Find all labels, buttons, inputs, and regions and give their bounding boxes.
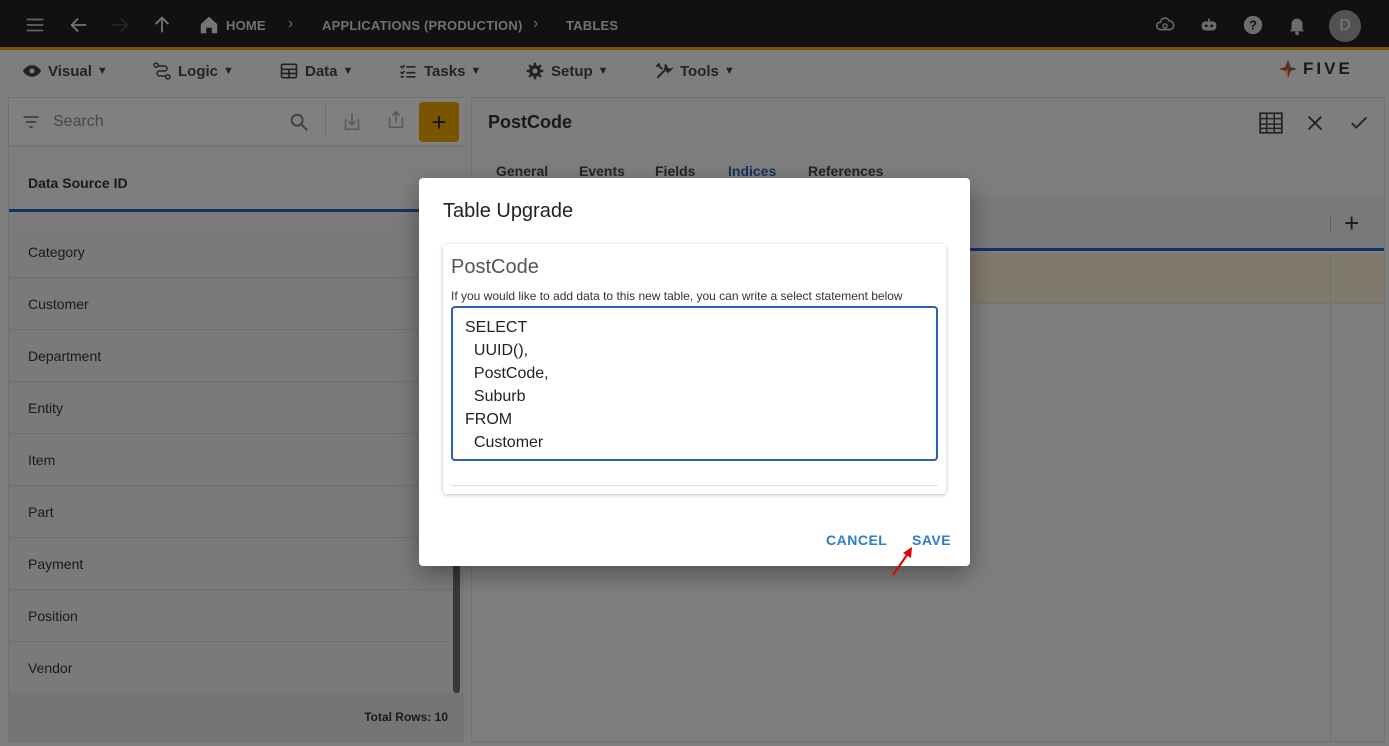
table-upgrade-dialog: Table Upgrade PostCode If you would like… [419,178,970,566]
save-button[interactable]: SAVE [912,532,951,548]
cancel-button[interactable]: CANCEL [826,532,887,548]
card-title: PostCode [451,256,539,278]
sql-select-input[interactable]: SELECT UUID(), PostCode, Suburb FROM Cus… [451,306,938,461]
dialog-card: PostCode If you would like to add data t… [443,244,946,494]
card-hint: If you would like to add data to this ne… [451,289,903,303]
card-divider [451,485,938,486]
pointer-arrow-icon [892,547,912,576]
dialog-title: Table Upgrade [443,200,574,222]
